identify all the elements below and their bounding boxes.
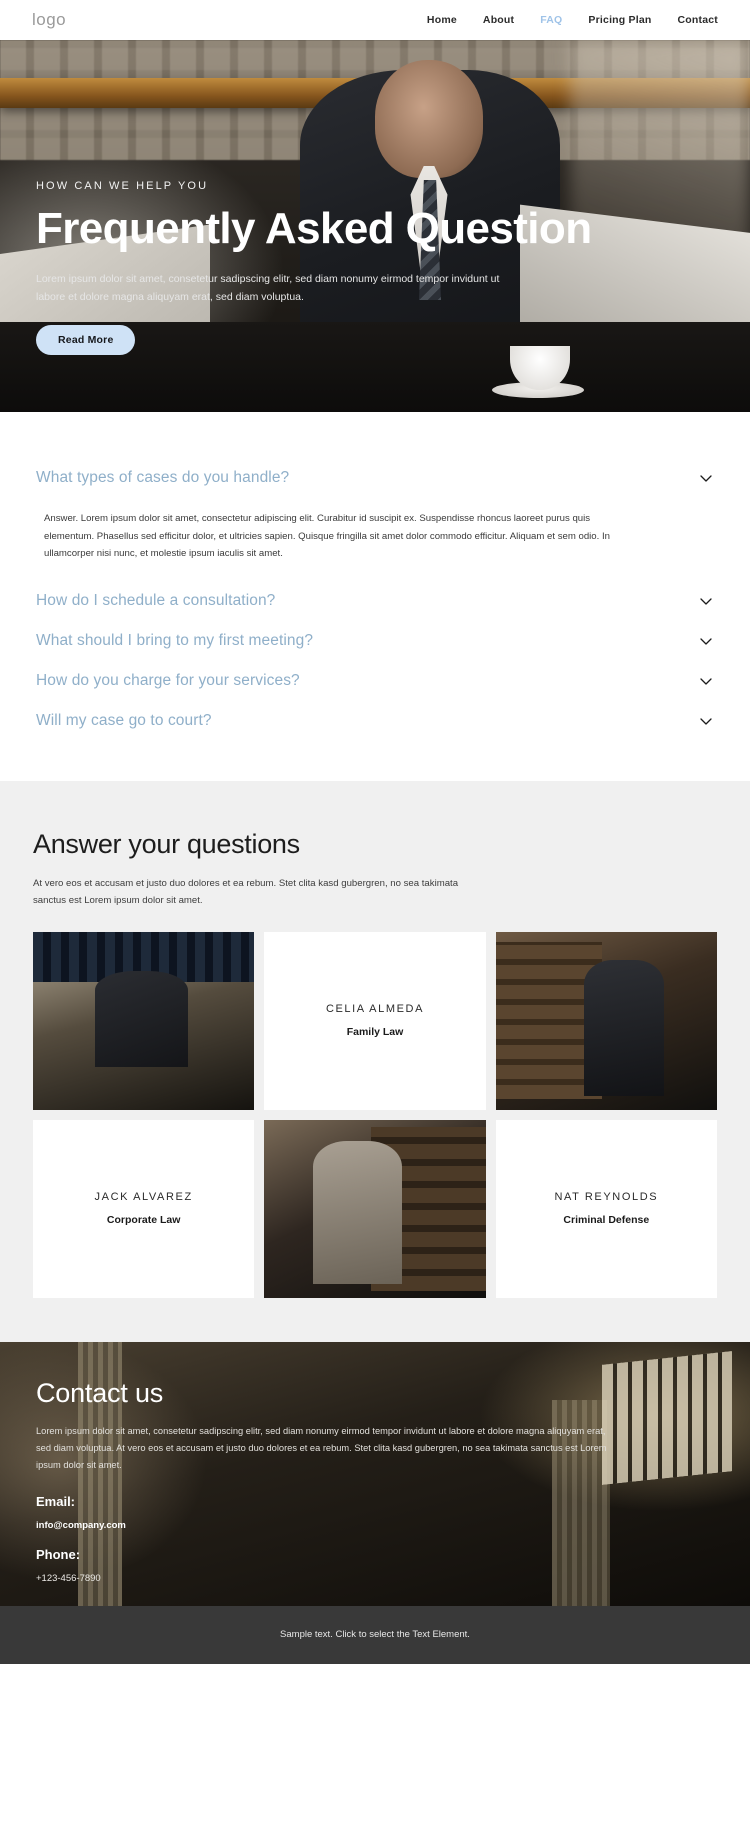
team-member-name: JACK ALVAREZ: [94, 1191, 193, 1204]
team-member-role: Criminal Defense: [563, 1214, 650, 1227]
chevron-down-icon[interactable]: [698, 470, 714, 486]
email-value[interactable]: info@company.com: [36, 1520, 714, 1531]
chevron-down-icon[interactable]: [698, 633, 714, 649]
faq-item-1[interactable]: How do I schedule a consultation?: [36, 581, 714, 621]
nav-item-about[interactable]: About: [483, 14, 514, 26]
team-subtitle: At vero eos et accusam et justo duo dolo…: [33, 878, 459, 906]
contact-heading: Contact us: [36, 1377, 164, 1408]
phone-label: Phone:: [36, 1547, 81, 1563]
man-at-laptop-photo: [33, 931, 255, 1110]
faq-item-2[interactable]: What should I bring to my first meeting?: [36, 621, 714, 661]
team-photo-cell: [264, 1119, 486, 1298]
team-photo-cell: [33, 931, 255, 1110]
hero-subtitle: Lorem ipsum dolor sit amet, consetetur s…: [36, 272, 500, 304]
faq-question: What should I bring to my first meeting?: [36, 632, 314, 650]
hero-content: HOW CAN WE HELP YOU Frequently Asked Que…: [0, 158, 640, 355]
team-member-name: CELIA ALMEDA: [325, 1003, 425, 1016]
faq-item-0[interactable]: What types of cases do you handle?: [36, 458, 714, 498]
woman-at-desk-photo: [264, 1119, 486, 1298]
phone-value[interactable]: +123-456-7890: [36, 1573, 714, 1584]
site-footer: Sample text. Click to select the Text El…: [0, 1605, 750, 1664]
site-logo[interactable]: logo: [32, 10, 66, 30]
faq-question: How do I schedule a consultation?: [36, 592, 276, 610]
faq-question: What types of cases do you handle?: [36, 469, 290, 486]
hero-eyebrow: HOW CAN WE HELP YOU: [36, 180, 209, 192]
nav-item-contact[interactable]: Contact: [678, 14, 718, 26]
woman-in-library-photo: [495, 931, 717, 1110]
team-section: Answer your questions At vero eos et acc…: [0, 781, 750, 1342]
contact-section: Contact us Lorem ipsum dolor sit amet, c…: [0, 1341, 750, 1606]
chevron-down-icon[interactable]: [698, 713, 714, 729]
team-member-role: Family Law: [346, 1026, 404, 1039]
site-header: logo Home About FAQ Pricing Plan Contact: [0, 0, 750, 40]
contact-content: Contact us Lorem ipsum dolor sit amet, c…: [0, 1342, 750, 1585]
team-member-card[interactable]: CELIA ALMEDA Family Law: [264, 931, 486, 1110]
team-member-name: NAT REYNOLDS: [554, 1191, 659, 1204]
faq-question: How do you charge for your services?: [36, 672, 300, 690]
nav-item-home[interactable]: Home: [427, 14, 457, 26]
main-navigation: Home About FAQ Pricing Plan Contact: [427, 14, 718, 26]
team-member-card[interactable]: NAT REYNOLDS Criminal Defense: [495, 1119, 717, 1298]
faq-item-3[interactable]: How do you charge for your services?: [36, 661, 714, 701]
chevron-down-icon[interactable]: [698, 673, 714, 689]
nav-item-faq[interactable]: FAQ: [540, 14, 562, 26]
faq-section: What types of cases do you handle? Answe…: [0, 412, 750, 782]
nav-item-pricing-plan[interactable]: Pricing Plan: [588, 14, 651, 26]
faq-answer: Answer. Lorem ipsum dolor sit amet, cons…: [44, 513, 610, 560]
footer-sample-text[interactable]: Sample text. Click to select the Text El…: [280, 1629, 470, 1640]
page-title: Frequently Asked Question: [36, 204, 592, 253]
team-grid: CELIA ALMEDA Family Law JACK ALVAREZ Cor…: [33, 931, 717, 1298]
faq-item-4[interactable]: Will my case go to court?: [36, 701, 714, 741]
team-photo-cell: [495, 931, 717, 1110]
team-heading: Answer your questions: [33, 829, 300, 860]
faq-question: Will my case go to court?: [36, 712, 212, 730]
contact-paragraph: Lorem ipsum dolor sit amet, consetetur s…: [36, 1425, 607, 1471]
read-more-button[interactable]: Read More: [36, 324, 136, 355]
team-member-role: Corporate Law: [106, 1214, 181, 1227]
hero-section: HOW CAN WE HELP YOU Frequently Asked Que…: [0, 40, 750, 412]
team-member-card[interactable]: JACK ALVAREZ Corporate Law: [33, 1119, 255, 1298]
email-label: Email:: [36, 1494, 76, 1510]
chevron-down-icon[interactable]: [698, 593, 714, 609]
